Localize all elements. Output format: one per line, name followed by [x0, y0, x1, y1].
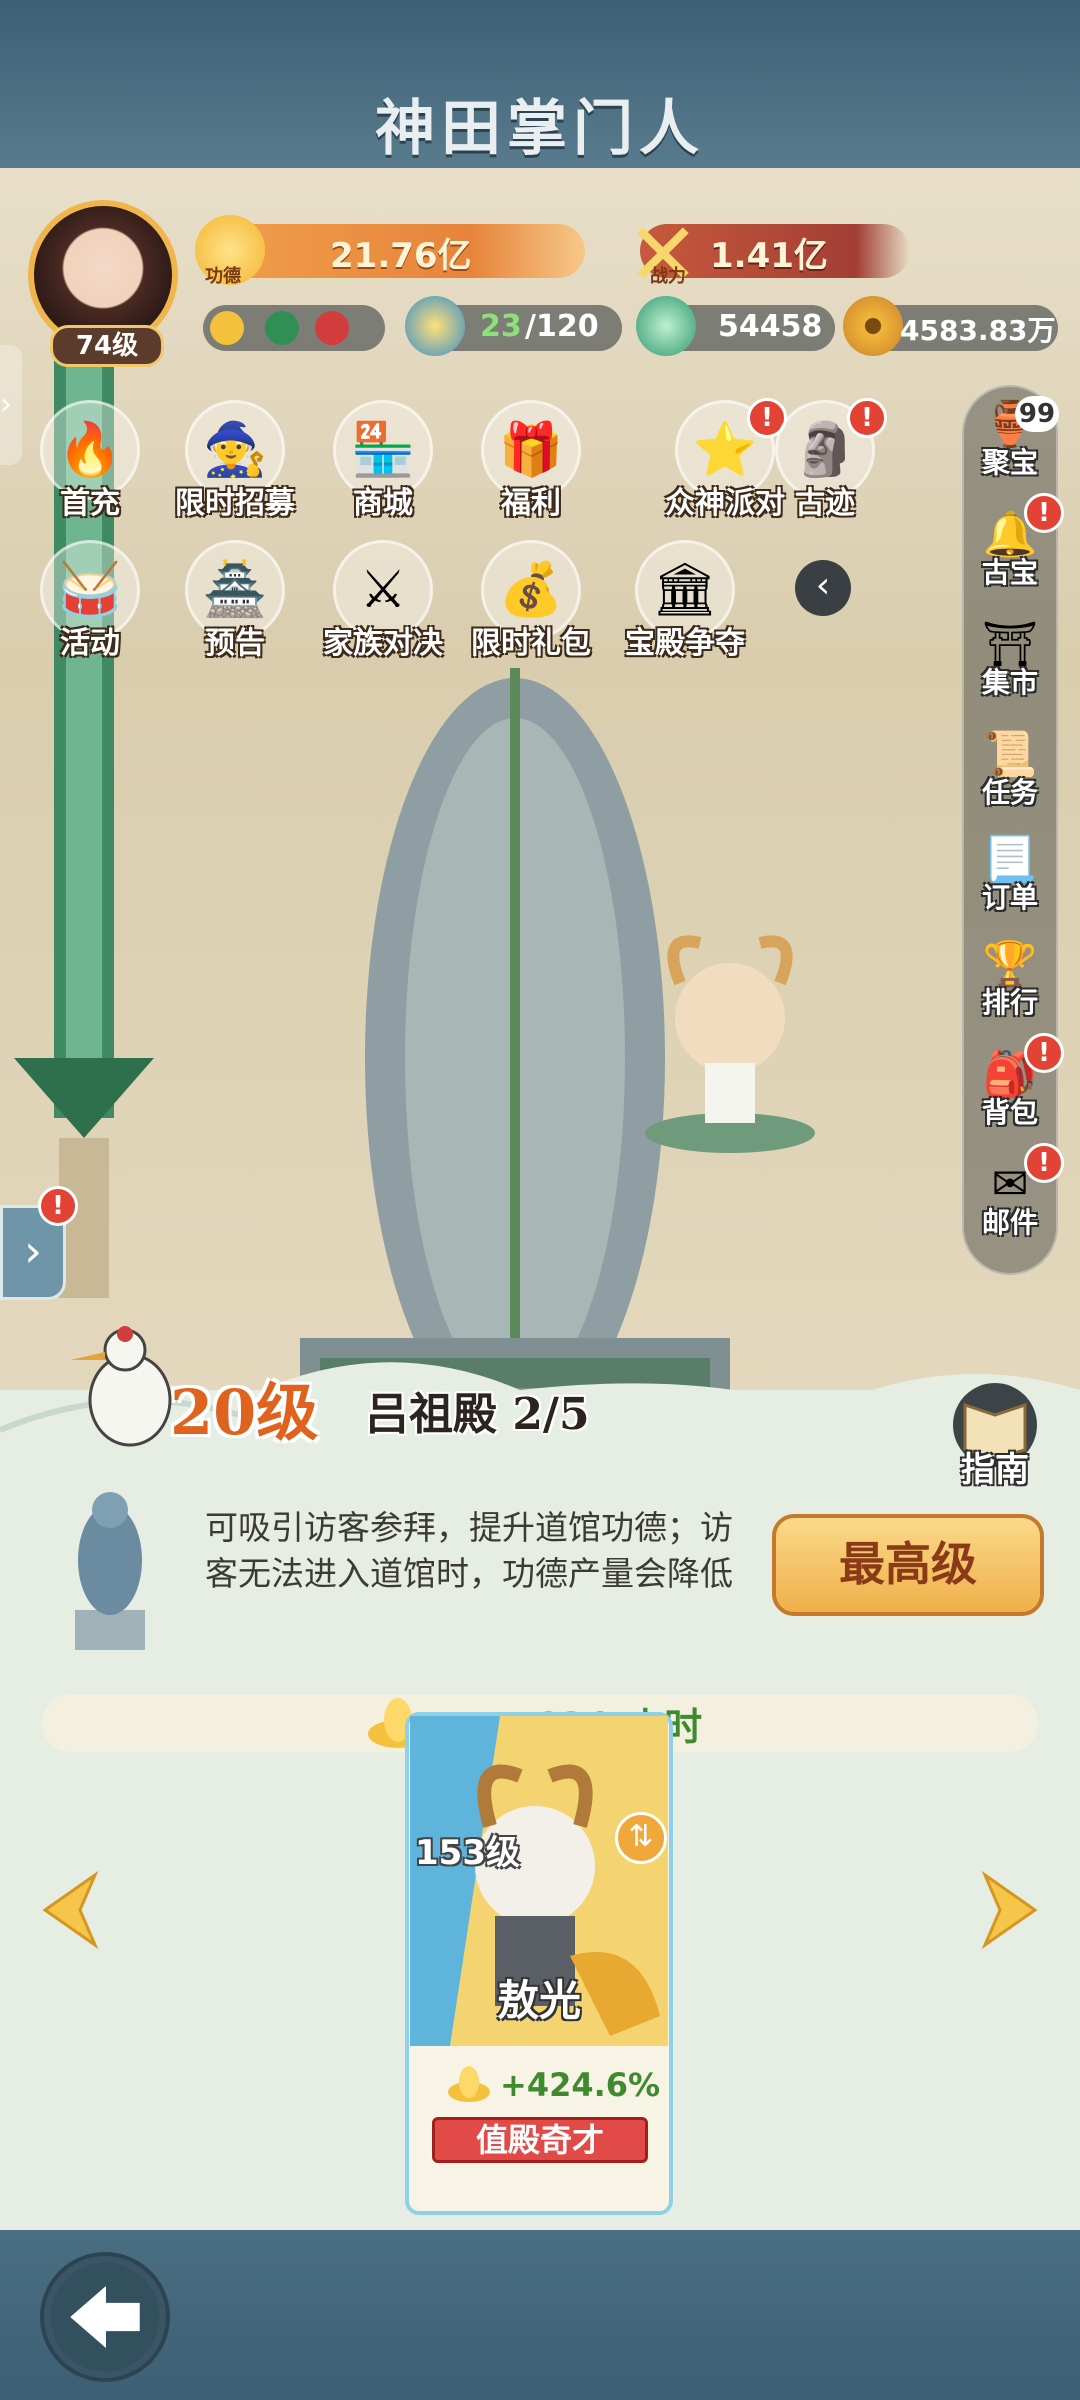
side-menu-item[interactable]: 🔔 古宝!: [962, 493, 1064, 605]
building-name: 吕祖殿 2/5: [365, 1389, 590, 1440]
merit-label: 功德: [205, 266, 241, 287]
activity-button[interactable]: ⚔ 家族对决: [323, 540, 443, 670]
max-level-button[interactable]: 最高级: [772, 1514, 1044, 1616]
notification-dot: !: [1024, 493, 1064, 533]
activity-button[interactable]: 🎁 福利: [471, 400, 591, 530]
energy-max: /120: [525, 309, 599, 344]
energy-orb-icon: [405, 296, 465, 356]
activity-button[interactable]: 🏯 预告: [175, 540, 295, 670]
level-up-arrow-icon[interactable]: [210, 311, 244, 345]
side-menu-item[interactable]: 🏆 排行: [962, 935, 1058, 1035]
notification-dot: !: [1024, 1143, 1064, 1183]
activity-button[interactable]: 🧙 限时招募: [175, 400, 295, 530]
back-arrow-icon[interactable]: [40, 2252, 170, 2382]
power-value: 1.41亿: [710, 236, 828, 276]
side-menu-label: 聚宝: [981, 446, 1038, 479]
coin-value: 4583.83万: [900, 314, 1056, 347]
activity-button[interactable]: 💰 限时礼包: [471, 540, 591, 670]
side-menu-item[interactable]: 📜 任务: [962, 725, 1058, 825]
previous-hero-arrow-icon[interactable]: [35, 1870, 105, 1950]
building-level: 20级: [170, 1376, 319, 1449]
energy-current: 23: [480, 309, 522, 344]
activity-button[interactable]: 🗿 古迹!: [765, 398, 887, 530]
side-menu-label: 任务: [981, 776, 1038, 809]
next-hero-arrow-icon[interactable]: [975, 1870, 1045, 1950]
side-menu-item[interactable]: ✉ 邮件!: [962, 1143, 1064, 1255]
talisman-icon[interactable]: [315, 311, 349, 345]
activity-button[interactable]: 🏛 宝殿争夺: [625, 540, 745, 670]
crane-mascot-icon: [70, 1326, 172, 1447]
ao-guang-npc-figure: [645, 935, 815, 1153]
side-menu-item[interactable]: ⛩ 集市: [962, 615, 1058, 715]
activity-button[interactable]: 🥁 活动: [30, 540, 150, 670]
notification-dot: !: [1024, 1033, 1064, 1073]
power-label: 战力: [650, 266, 686, 287]
side-menu-label: 背包: [981, 1096, 1038, 1129]
side-menu-label: 订单: [981, 881, 1038, 914]
jade-value: 54458: [718, 309, 823, 344]
hero-level: 153级: [415, 1833, 520, 1873]
swap-hero-button[interactable]: ⇅: [615, 1812, 667, 1864]
game-title-logo: 神田掌门人: [375, 94, 705, 164]
jade-dragon-icon: [636, 296, 696, 356]
collapse-activities-button[interactable]: ‹: [795, 560, 851, 616]
building-statue-thumbnail: [75, 1492, 145, 1650]
activity-label: 限时礼包: [471, 626, 591, 661]
left-edge-expand-tab[interactable]: ›: [0, 345, 22, 465]
lotus-bonus-icon: [448, 2066, 490, 2102]
side-menu-label: 排行: [981, 986, 1038, 1019]
side-menu-item[interactable]: 📃 订单: [962, 830, 1058, 930]
guide-label[interactable]: 指南: [945, 1442, 1045, 1491]
notification-dot: !: [847, 398, 887, 438]
side-menu-count-badge: 99: [1015, 396, 1059, 432]
activity-label: 古迹: [795, 486, 855, 521]
hero-title-tag: 值殿奇才: [432, 2117, 648, 2163]
activity-button[interactable]: 🏪 商城: [323, 400, 443, 530]
side-menu-label: 集市: [981, 666, 1038, 699]
copper-coin-icon: [843, 296, 903, 356]
activity-label: 宝殿争夺: [625, 626, 745, 661]
side-menu-label: 古宝: [981, 556, 1038, 589]
building-description: 可吸引访客参拜，提升道馆功德；访客无法进入道馆时，功德产量会降低: [205, 1508, 733, 1593]
activity-button[interactable]: 🔥 首充: [30, 400, 150, 530]
shield-icon[interactable]: [265, 311, 299, 345]
side-menu-label: 邮件: [981, 1206, 1038, 1239]
hero-bonus-value: +424.6%: [500, 2066, 661, 2104]
merit-value: 21.76亿: [330, 236, 472, 276]
side-menu-item[interactable]: 🎒 背包!: [962, 1033, 1064, 1145]
hero-name: 敖光: [496, 1976, 581, 2025]
expand-left-notification-dot: !: [38, 1186, 78, 1226]
player-level-badge: 74级: [50, 325, 164, 367]
activity-label: 福利: [501, 486, 561, 521]
